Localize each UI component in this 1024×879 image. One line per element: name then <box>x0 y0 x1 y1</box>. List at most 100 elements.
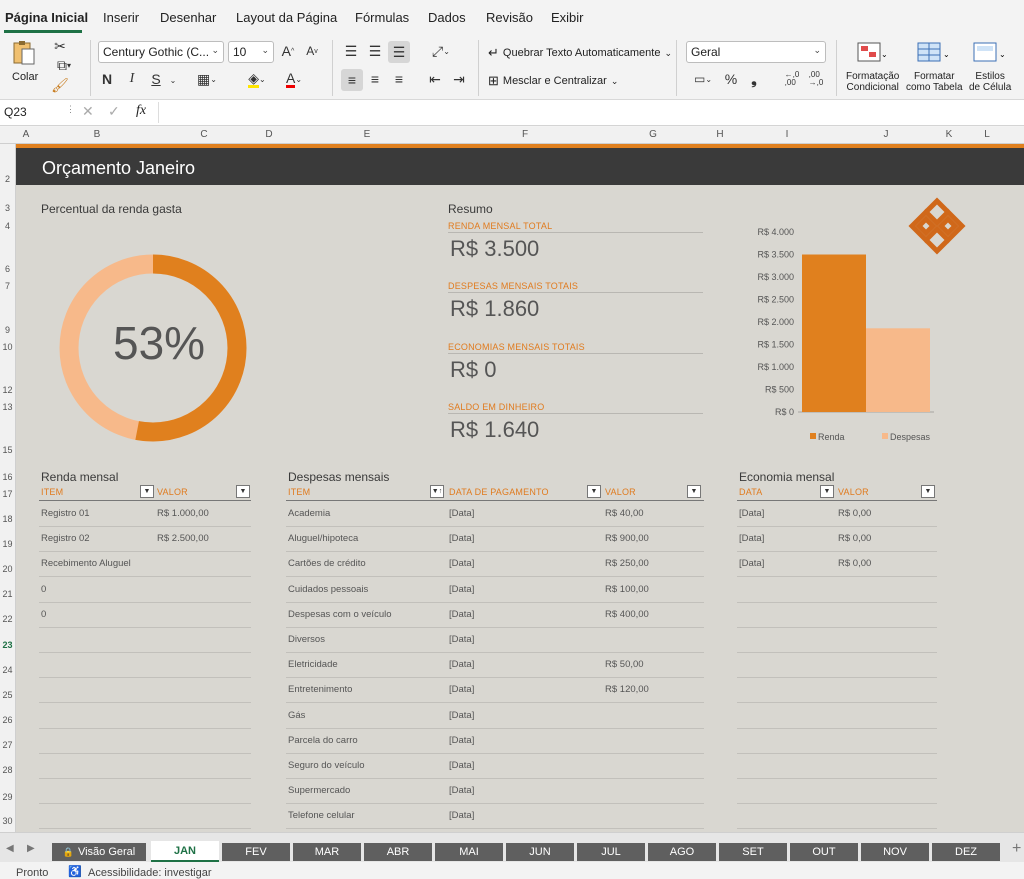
row-header[interactable]: 27 <box>0 740 15 750</box>
tab-layout-da-pagina[interactable]: Layout da Página <box>236 10 337 25</box>
sort-filter-icon[interactable]: ▼↑ <box>430 485 444 498</box>
expenses-cell[interactable]: Eletricidade <box>288 659 338 670</box>
row-header[interactable]: 7 <box>0 281 15 291</box>
tab-formulas[interactable]: Fórmulas <box>355 10 409 25</box>
align-bottom-icon[interactable]: ☰ <box>388 41 410 63</box>
filter-dropdown-icon[interactable]: ▼ <box>140 485 154 498</box>
savings-cell[interactable]: R$ 0,00 <box>838 508 871 519</box>
expenses-cell[interactable]: R$ 100,00 <box>605 584 649 595</box>
scroll-right-icon[interactable]: ▶ <box>27 843 35 854</box>
sheet-tab-jan[interactable]: JAN <box>151 841 219 862</box>
column-header[interactable]: J <box>878 129 894 140</box>
number-format-select[interactable]: Geral ⌄ <box>686 41 826 63</box>
sheet-tab-jun[interactable]: JUN <box>506 843 574 861</box>
column-header[interactable]: I <box>779 129 795 140</box>
savings-cell[interactable]: [Data] <box>739 508 764 519</box>
savings-cell[interactable]: R$ 0,00 <box>838 533 871 544</box>
income-cell[interactable]: Registro 01 <box>41 508 90 519</box>
row-header[interactable]: 2 <box>0 174 15 184</box>
enter-icon[interactable]: ✓ <box>108 103 120 120</box>
row-header[interactable]: 17 <box>0 489 15 499</box>
sheet-tab-mar[interactable]: MAR <box>293 843 361 861</box>
sheet-tab-nov[interactable]: NOV <box>861 843 929 861</box>
expenses-cell[interactable]: Diversos <box>288 634 325 645</box>
row-header[interactable]: 3 <box>0 203 15 213</box>
decrease-indent-icon[interactable]: ⇤ <box>426 70 444 88</box>
accessibility-status[interactable]: Acessibilidade: investigar <box>88 867 212 879</box>
row-header[interactable]: 9 <box>0 325 15 335</box>
column-header[interactable]: B <box>89 129 105 140</box>
expenses-cell[interactable]: [Data] <box>449 684 474 695</box>
align-left-icon[interactable]: ≡ <box>341 69 363 91</box>
expenses-cell[interactable]: Supermercado <box>288 785 350 796</box>
format-as-table-icon[interactable]: ⌄ <box>914 40 954 66</box>
row-header[interactable]: 19 <box>0 539 15 549</box>
row-header[interactable]: 4 <box>0 221 15 231</box>
filter-dropdown-icon[interactable]: ▼ <box>587 485 601 498</box>
increase-font-icon[interactable]: A ^ <box>280 42 296 60</box>
decrease-font-icon[interactable]: Av <box>304 42 320 60</box>
savings-cell[interactable]: [Data] <box>739 533 764 544</box>
expenses-cell[interactable]: Cartões de crédito <box>288 558 366 569</box>
percent-button[interactable]: % <box>722 70 740 88</box>
format-painter-icon[interactable]: 🖌 <box>50 76 70 94</box>
bold-button[interactable]: N <box>99 70 115 88</box>
expenses-cell[interactable]: R$ 50,00 <box>605 659 644 670</box>
column-header[interactable]: C <box>196 129 212 140</box>
sheet-tab-fev[interactable]: FEV <box>222 843 290 861</box>
borders-icon[interactable]: ▦ ⌄ <box>193 70 221 88</box>
filter-dropdown-icon[interactable]: ▼ <box>687 485 701 498</box>
expenses-cell[interactable]: R$ 400,00 <box>605 609 649 620</box>
income-cell[interactable]: Recebimento Aluguel <box>41 558 131 569</box>
tab-inserir[interactable]: Inserir <box>103 10 139 25</box>
tab-dados[interactable]: Dados <box>428 10 466 25</box>
column-header[interactable]: G <box>645 129 661 140</box>
name-box[interactable]: Q23 <box>2 103 62 122</box>
tab-exibir[interactable]: Exibir <box>551 10 584 25</box>
column-header[interactable]: F <box>517 129 533 140</box>
sheet-tab-set[interactable]: SET <box>719 843 787 861</box>
row-header[interactable]: 24 <box>0 665 15 675</box>
sheet-tab-out[interactable]: OUT <box>790 843 858 861</box>
expenses-cell[interactable]: Cuidados pessoais <box>288 584 368 595</box>
scroll-left-icon[interactable]: ◀ <box>6 843 14 854</box>
cancel-icon[interactable]: ✕ <box>82 103 94 120</box>
column-header[interactable]: L <box>979 129 995 140</box>
income-cell[interactable]: 0 <box>41 584 46 595</box>
orientation-icon[interactable]: ⤢ ⌄ <box>426 42 456 60</box>
chevron-down-icon[interactable]: ⌄ <box>168 74 178 86</box>
expenses-cell[interactable]: R$ 40,00 <box>605 508 644 519</box>
conditional-format-icon[interactable]: ⌄ <box>855 40 889 66</box>
savings-cell[interactable]: R$ 0,00 <box>838 558 871 569</box>
tab-desenhar[interactable]: Desenhar <box>160 10 216 25</box>
wrap-text-button[interactable]: ↵ Quebrar Texto Automaticamente ⌄ <box>488 45 672 61</box>
decrease-decimal-button[interactable]: ,00 →,0 <box>806 70 826 88</box>
copy-icon[interactable]: ⧉ ▾ <box>50 56 78 74</box>
expenses-cell[interactable]: Entretenimento <box>288 684 352 695</box>
row-header[interactable]: 12 <box>0 385 15 395</box>
row-header[interactable]: 13 <box>0 402 15 412</box>
filter-dropdown-icon[interactable]: ▼ <box>921 485 935 498</box>
italic-button[interactable]: I <box>124 70 140 88</box>
expenses-cell[interactable]: [Data] <box>449 634 474 645</box>
income-cell[interactable]: 0 <box>41 609 46 620</box>
row-header[interactable]: 18 <box>0 514 15 524</box>
font-color-icon[interactable]: A ⌄ <box>279 70 309 88</box>
expenses-cell[interactable]: [Data] <box>449 558 474 569</box>
format-as-table-label[interactable]: Formatar como Tabela <box>906 71 963 93</box>
column-header[interactable]: A <box>18 129 34 140</box>
font-size-select[interactable]: 10 ⌄ <box>228 41 274 63</box>
fill-color-icon[interactable]: ◈ ⌄ <box>242 70 272 88</box>
filter-dropdown-icon[interactable]: ▼ <box>820 485 834 498</box>
expenses-cell[interactable]: R$ 120,00 <box>605 684 649 695</box>
align-top-icon[interactable]: ☰ <box>342 42 360 60</box>
sheet-tab-dez[interactable]: DEZ <box>932 843 1000 861</box>
currency-format-icon[interactable]: ▭ ⌄ <box>688 70 718 88</box>
expenses-cell[interactable]: Parcela do carro <box>288 735 358 746</box>
expenses-cell[interactable]: [Data] <box>449 760 474 771</box>
font-name-select[interactable]: Century Gothic (C... ⌄ <box>98 41 224 63</box>
income-cell[interactable]: R$ 2.500,00 <box>157 533 209 544</box>
function-icon[interactable]: fx <box>136 103 146 119</box>
row-header[interactable]: 29 <box>0 792 15 802</box>
income-cell[interactable]: Registro 02 <box>41 533 90 544</box>
